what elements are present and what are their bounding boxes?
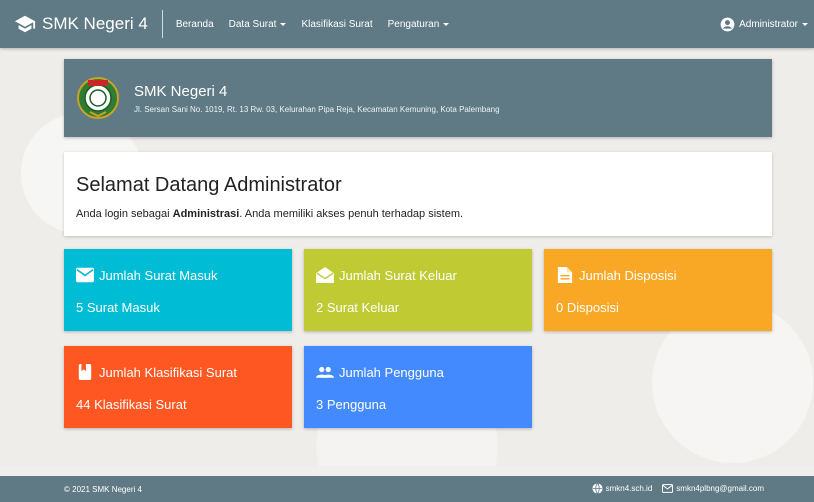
welcome-card: Selamat Datang Administrator Anda login … xyxy=(64,152,772,236)
welcome-suffix: . Anda memiliki akses penuh terhadap sis… xyxy=(239,208,464,220)
stat-title: Jumlah Surat Masuk xyxy=(99,267,218,283)
caret-down-icon xyxy=(802,22,808,26)
brand-name: SMK Negeri 4 xyxy=(42,14,148,33)
caret-down-icon xyxy=(280,22,287,26)
school-logo xyxy=(77,77,119,119)
stat-value: 44 Klasifikasi Surat xyxy=(76,397,187,412)
nav-pengaturan[interactable]: Pengaturan xyxy=(388,19,450,30)
stat-value: 3 Pengguna xyxy=(316,397,387,412)
stat-card-klasifikasi-surat[interactable]: Jumlah Klasifikasi Surat 44 Klasifikasi … xyxy=(64,346,292,428)
nav-data-surat-label: Data Surat xyxy=(228,18,277,30)
stat-value: 2 Surat Keluar xyxy=(316,300,400,315)
document-icon xyxy=(557,267,573,283)
welcome-title: Selamat Datang Administrator xyxy=(76,174,342,196)
stat-value: 0 Disposisi xyxy=(556,300,619,315)
people-icon xyxy=(316,366,334,378)
bookmark-icon xyxy=(78,364,92,380)
school-name: SMK Negeri 4 xyxy=(134,82,228,100)
email-link[interactable]: smkn4plbng@gmail.com xyxy=(662,483,764,494)
school-header-card: SMK Negeri 4 Jl. Sersan Sani No. 1019, R… xyxy=(64,59,772,137)
welcome-role: Administrasi xyxy=(172,208,240,220)
stat-card-disposisi[interactable]: Jumlah Disposisi 0 Disposisi xyxy=(544,249,772,331)
footer: © 2021 SMK Negeri 4 smkn4.sch.id smkn4pl… xyxy=(0,476,814,502)
footer-copyright: © 2021 SMK Negeri 4 xyxy=(64,485,142,494)
nav-divider xyxy=(161,10,163,38)
nav-pengaturan-label: Pengaturan xyxy=(387,18,440,30)
envelope-open-icon xyxy=(316,267,334,283)
user-menu[interactable]: Administrator xyxy=(720,0,808,48)
user-circle-icon xyxy=(720,17,735,31)
caret-down-icon xyxy=(443,22,450,26)
stat-title: Jumlah Pengguna xyxy=(339,364,444,380)
nav-beranda[interactable]: Beranda xyxy=(176,19,214,30)
website-link[interactable]: smkn4.sch.id xyxy=(592,483,653,494)
stat-title: Jumlah Surat Keluar xyxy=(339,267,457,283)
nav-beranda-label: Beranda xyxy=(175,18,214,30)
stat-title: Jumlah Disposisi xyxy=(579,267,677,283)
nav-klasifikasi-surat-label: Klasifikasi Surat xyxy=(301,18,373,30)
email-label: smkn4plbng@gmail.com xyxy=(676,484,764,493)
school-address: Jl. Sersan Sani No. 1019, Rt. 13 Rw. 03,… xyxy=(134,104,500,114)
stat-card-surat-keluar[interactable]: Jumlah Surat Keluar 2 Surat Keluar xyxy=(304,249,532,331)
top-navbar: SMK Negeri 4 Beranda Data Surat Klasifik… xyxy=(0,0,814,48)
stat-card-pengguna[interactable]: Jumlah Pengguna 3 Pengguna xyxy=(304,346,532,428)
brand[interactable]: SMK Negeri 4 xyxy=(14,13,148,35)
globe-icon xyxy=(592,483,603,494)
envelope-icon xyxy=(76,267,94,283)
website-label: smkn4.sch.id xyxy=(605,484,653,493)
nav-data-surat[interactable]: Data Surat xyxy=(229,19,287,30)
stat-value: 5 Surat Masuk xyxy=(76,300,160,315)
nav-klasifikasi-surat[interactable]: Klasifikasi Surat xyxy=(301,19,372,30)
welcome-text: Anda login sebagai Administrasi. Anda me… xyxy=(76,208,463,220)
user-name: Administrator xyxy=(739,18,798,30)
welcome-prefix: Anda login sebagai xyxy=(76,208,173,220)
stat-title: Jumlah Klasifikasi Surat xyxy=(99,364,237,380)
stat-card-surat-masuk[interactable]: Jumlah Surat Masuk 5 Surat Masuk xyxy=(64,249,292,331)
mail-icon xyxy=(662,484,674,493)
graduation-cap-icon xyxy=(14,15,36,33)
